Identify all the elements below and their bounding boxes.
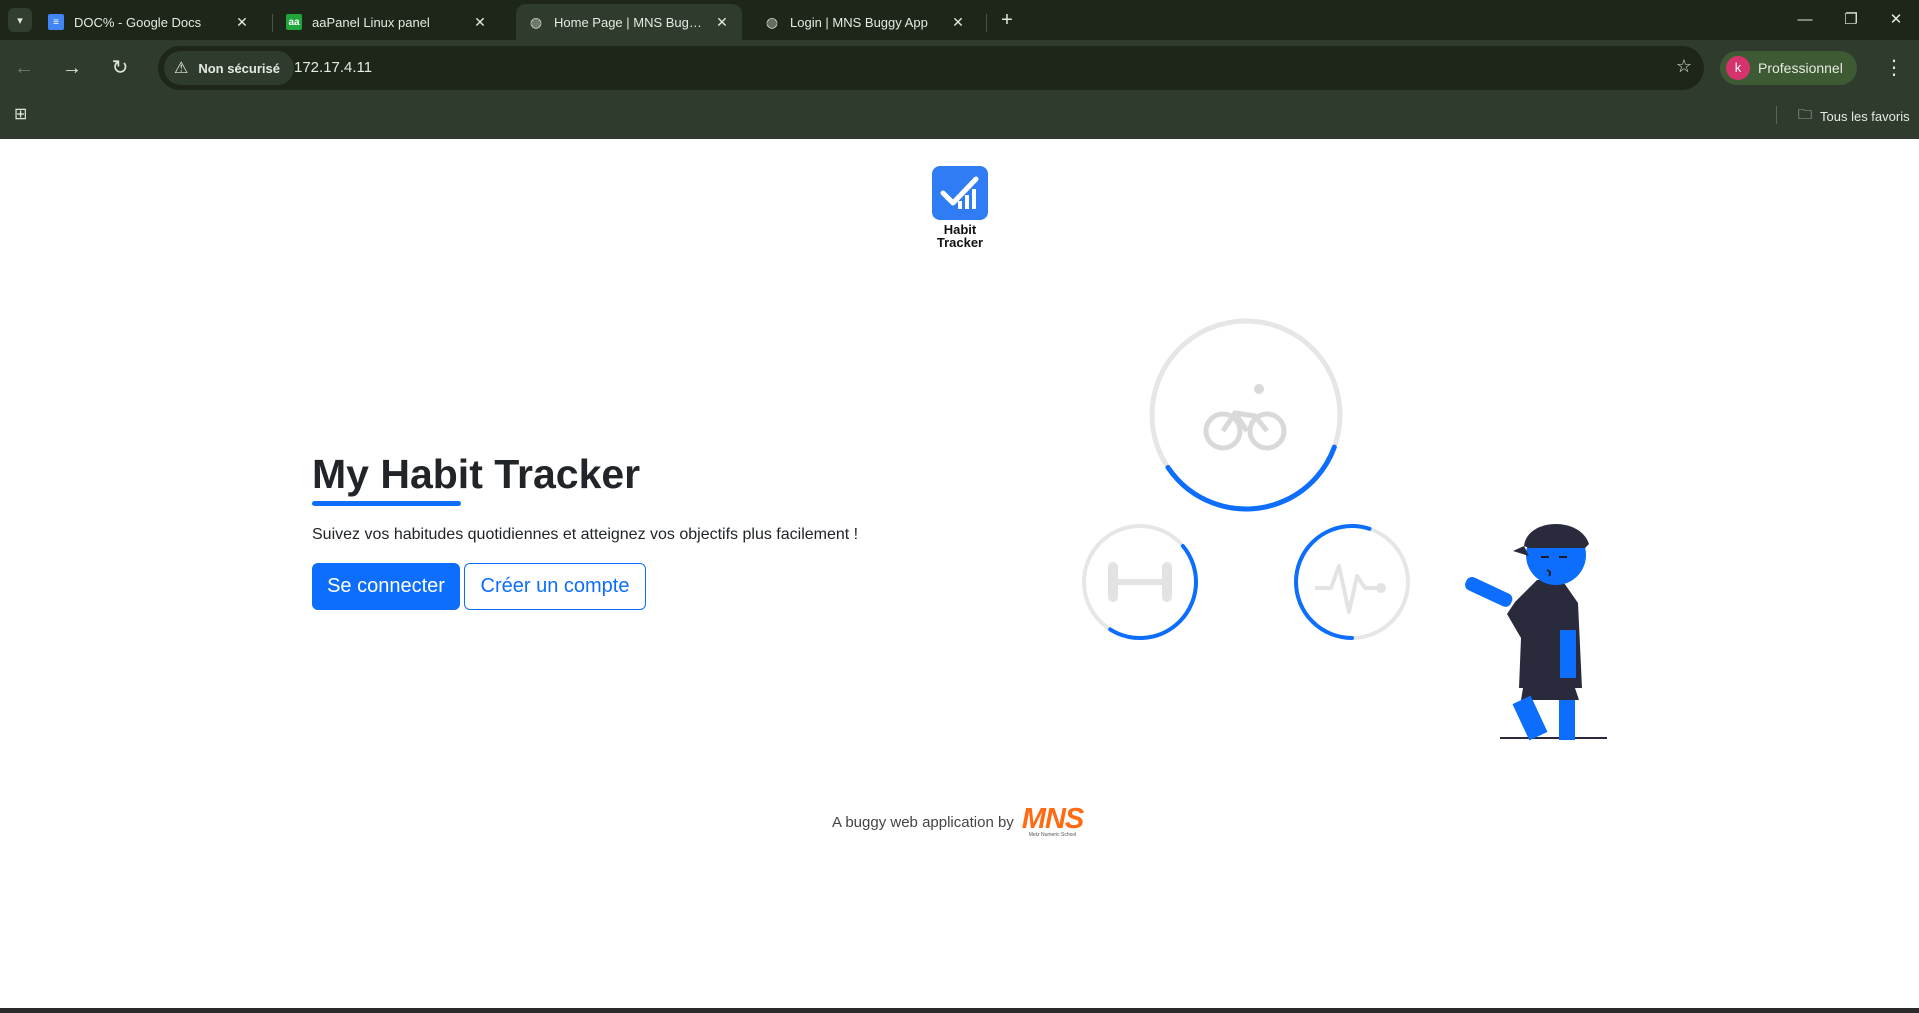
tab-home-page[interactable]: ◍ Home Page | MNS Buggy App ✕	[516, 4, 742, 40]
close-window-button[interactable]: ✕	[1873, 0, 1919, 40]
tab-google-docs[interactable]: ≡ DOC% - Google Docs ✕	[36, 4, 262, 40]
warning-icon: ⚠	[174, 60, 189, 77]
security-label: Non sécurisé	[198, 60, 280, 76]
footer-text: A buggy web application by	[832, 813, 1014, 831]
title-underline	[312, 501, 461, 506]
logo-text: Habit Tracker	[932, 223, 988, 249]
profile-button[interactable]: k Professionnel	[1720, 51, 1857, 85]
register-button[interactable]: Créer un compte	[464, 563, 646, 610]
heartbeat-icon	[1315, 564, 1386, 614]
new-tab-button[interactable]: +	[993, 6, 1021, 34]
restore-button[interactable]: ❐	[1828, 0, 1874, 40]
apps-grid-icon[interactable]: ⊞	[14, 106, 32, 124]
aapanel-icon: aa	[286, 14, 302, 30]
mns-logo[interactable]: MNS Metz Numeric School	[1021, 803, 1084, 839]
tab-title: DOC% - Google Docs	[74, 14, 202, 30]
avatar: k	[1726, 56, 1750, 80]
google-docs-icon: ≡	[48, 14, 64, 30]
tab-aapanel[interactable]: aa aaPanel Linux panel ✕	[274, 4, 500, 40]
close-tab-icon[interactable]: ✕	[472, 14, 488, 31]
page-title: My Habit Tracker	[312, 451, 641, 497]
all-bookmarks-label: Tous les favoris	[1820, 108, 1910, 124]
app-logo[interactable]: Habit Tracker	[932, 166, 988, 251]
tab-title: aaPanel Linux panel	[312, 14, 430, 30]
activity-ring-heartbeat	[1294, 524, 1410, 640]
close-tab-icon[interactable]: ✕	[714, 14, 730, 31]
mns-tagline: Metz Numeric School	[1028, 832, 1077, 838]
tab-title: Home Page | MNS Buggy App	[554, 14, 706, 30]
habit-illustration	[1082, 318, 1607, 741]
tab-strip: ▾ ≡ DOC% - Google Docs ✕ aa aaPanel Linu…	[0, 0, 1919, 40]
globe-icon: ◍	[765, 13, 779, 30]
tab-divider	[272, 14, 273, 32]
activity-ring-dumbbell	[1082, 524, 1198, 640]
all-bookmarks-button[interactable]: 🗀 Tous les favoris	[1798, 104, 1910, 128]
security-chip[interactable]: ⚠ Non sécurisé	[164, 51, 294, 85]
activity-ring-bicycle	[1149, 318, 1343, 512]
tab-divider	[986, 14, 987, 32]
close-tab-icon[interactable]: ✕	[234, 14, 250, 31]
bookmark-divider	[1776, 106, 1777, 124]
checkmark-chart-icon	[940, 176, 979, 209]
tab-search-button[interactable]: ▾	[8, 8, 32, 32]
close-tab-icon[interactable]: ✕	[950, 14, 966, 31]
menu-kebab-icon[interactable]: ⋮	[1882, 52, 1906, 84]
folder-icon: 🗀	[1798, 106, 1812, 122]
logo-tile	[932, 166, 988, 220]
address-bar[interactable]: ⚠ Non sécurisé 172.17.4.11 ☆	[158, 46, 1704, 90]
mns-brand: MNS	[1021, 803, 1084, 835]
tab-title: Login | MNS Buggy App	[790, 14, 928, 30]
login-button[interactable]: Se connecter	[312, 563, 460, 610]
globe-icon: ◍	[529, 13, 543, 30]
person-figure	[1465, 523, 1607, 741]
footer: A buggy web application by MNS Metz Nume…	[832, 803, 1084, 839]
reload-button[interactable]: ↻	[104, 52, 136, 84]
back-button[interactable]: ←	[8, 52, 40, 84]
logo-line-2: Tracker	[936, 235, 984, 250]
bookmark-star-icon[interactable]: ☆	[1676, 56, 1692, 77]
bicycle-icon	[1203, 384, 1287, 451]
page-subtitle: Suivez vos habitudes quotidiennes et att…	[312, 526, 859, 543]
profile-label: Professionnel	[1758, 60, 1843, 76]
minimize-button[interactable]: —	[1782, 0, 1828, 40]
dumbbell-icon	[1108, 562, 1172, 602]
url-text[interactable]: 172.17.4.11	[294, 59, 372, 76]
page-content: Habit Tracker My Habit Tracker Suivez vo…	[0, 139, 1919, 1008]
taskbar-edge	[0, 1008, 1919, 1013]
browser-chrome: ▾ ≡ DOC% - Google Docs ✕ aa aaPanel Linu…	[0, 0, 1919, 139]
forward-button[interactable]: →	[56, 52, 88, 84]
tab-login[interactable]: ◍ Login | MNS Buggy App ✕	[752, 4, 978, 40]
